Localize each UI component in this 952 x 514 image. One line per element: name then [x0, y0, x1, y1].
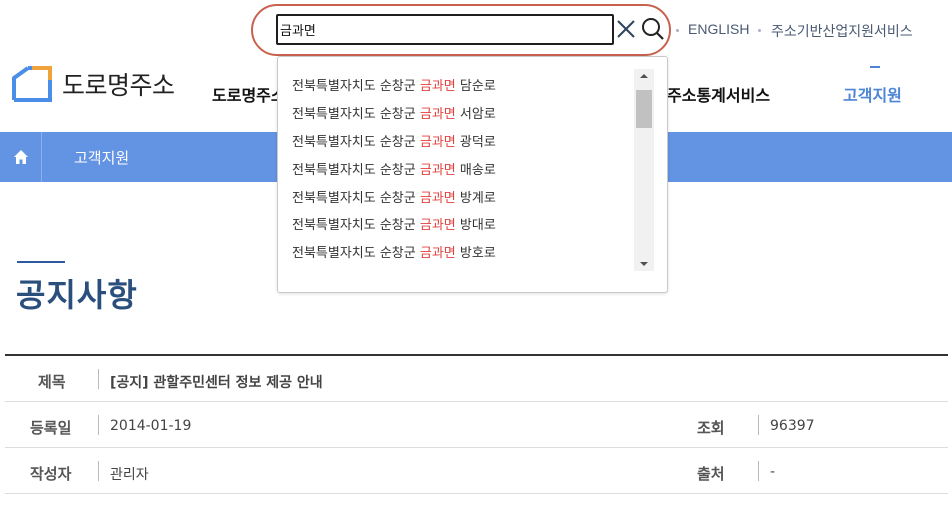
date-value: 2014-01-19 — [110, 418, 192, 434]
divider — [758, 415, 759, 435]
date-label: 등록일 — [30, 420, 72, 437]
author-value: 관리자 — [110, 467, 149, 483]
home-icon — [13, 150, 28, 164]
title-accent-bar — [17, 261, 65, 263]
divider — [98, 461, 99, 481]
breadcrumb-current[interactable]: 고객지원 — [74, 147, 129, 168]
logo-house-icon — [10, 66, 54, 102]
title-value: [공지] 관할주민센터 정보 제공 안내 — [110, 375, 323, 391]
item-suffix: 방호로 — [455, 246, 496, 261]
views-label: 조회 — [697, 420, 725, 437]
notice-author-row: 작성자 관리자 출처 - — [5, 448, 948, 494]
item-prefix: 전북특별자치도 순창군 — [292, 79, 420, 94]
divider — [98, 415, 99, 435]
item-prefix: 전북특별자치도 순창군 — [292, 107, 420, 122]
item-highlight: 금과면 — [419, 163, 456, 178]
source-value: - — [770, 464, 776, 480]
item-prefix: 전북특별자치도 순창군 — [292, 135, 420, 150]
autocomplete-item[interactable]: 전북특별자치도 순창군 금과면 광덕로 — [292, 131, 496, 150]
util-divider-dot — [758, 29, 761, 32]
close-icon — [617, 20, 635, 38]
notice-date-row: 등록일 2014-01-19 조회 96397 — [5, 402, 948, 448]
item-suffix: 서암로 — [455, 107, 496, 122]
home-button[interactable] — [0, 132, 42, 182]
english-link[interactable]: ENGLISH — [688, 21, 749, 37]
industry-support-link[interactable]: 주소기반산업지원서비스 — [771, 21, 913, 41]
autocomplete-item[interactable]: 전북특별자치도 순창군 금과면 방호로 — [292, 242, 496, 261]
autocomplete-item[interactable]: 전북특별자치도 순창군 금과면 매송로 — [292, 159, 496, 178]
item-suffix: 매송로 — [455, 163, 496, 178]
autocomplete-item[interactable]: 전북특별자치도 순창군 금과면 담순로 — [292, 75, 496, 94]
nav-active-indicator — [870, 66, 880, 68]
autocomplete-item[interactable]: 전북특별자치도 순창군 금과면 서암로 — [292, 103, 496, 122]
autocomplete-dropdown: 전북특별자치도 순창군 금과면 담순로 전북특별자치도 순창군 금과면 서암로 … — [277, 56, 668, 293]
item-prefix: 전북특별자치도 순창군 — [292, 218, 420, 233]
title-label: 제목 — [38, 374, 66, 391]
item-highlight: 금과면 — [419, 79, 456, 94]
item-suffix: 광덕로 — [455, 135, 496, 150]
search-input[interactable] — [276, 14, 614, 45]
item-prefix: 전북특별자치도 순창군 — [292, 191, 420, 206]
nav-address-statistics[interactable]: 주소통계서비스 — [667, 82, 770, 106]
scroll-down-arrow-icon[interactable] — [634, 257, 654, 271]
item-prefix: 전북특별자치도 순창군 — [292, 163, 420, 178]
item-highlight: 금과면 — [419, 107, 456, 122]
notice-detail-table: 제목 [공지] 관할주민센터 정보 제공 안내 등록일 2014-01-19 조… — [5, 354, 948, 494]
autocomplete-scrollbar[interactable] — [634, 69, 654, 271]
site-logo[interactable]: 도로명주소 — [10, 66, 175, 102]
page-title: 공지사항 — [16, 277, 138, 313]
clear-search-button[interactable] — [615, 18, 637, 40]
item-highlight: 금과면 — [419, 218, 456, 233]
notice-title-row: 제목 [공지] 관할주민센터 정보 제공 안내 — [5, 356, 948, 402]
autocomplete-item[interactable]: 전북특별자치도 순창군 금과면 방계로 — [292, 187, 496, 206]
logo-text: 도로명주소 — [62, 72, 175, 100]
nav-customer-support[interactable]: 고객지원 — [843, 82, 902, 106]
item-suffix: 방계로 — [455, 191, 496, 206]
search-button[interactable] — [640, 16, 666, 42]
item-prefix: 전북특별자치도 순창군 — [292, 246, 420, 261]
item-highlight: 금과면 — [419, 246, 456, 261]
item-highlight: 금과면 — [419, 191, 456, 206]
autocomplete-item[interactable]: 전북특별자치도 순창군 금과면 방대로 — [292, 214, 496, 233]
source-label: 출처 — [697, 466, 725, 483]
item-suffix: 담순로 — [455, 79, 496, 94]
scrollbar-thumb[interactable] — [636, 90, 652, 128]
divider — [98, 369, 99, 389]
divider — [758, 461, 759, 481]
item-suffix: 방대로 — [455, 218, 496, 233]
scroll-up-arrow-icon[interactable] — [634, 69, 654, 83]
util-divider-dot — [676, 29, 679, 32]
search-icon — [642, 18, 664, 40]
item-highlight: 금과면 — [419, 135, 456, 150]
views-value: 96397 — [770, 418, 815, 434]
author-label: 작성자 — [30, 466, 72, 483]
nav-road-address[interactable]: 도로명주소 — [212, 82, 286, 106]
